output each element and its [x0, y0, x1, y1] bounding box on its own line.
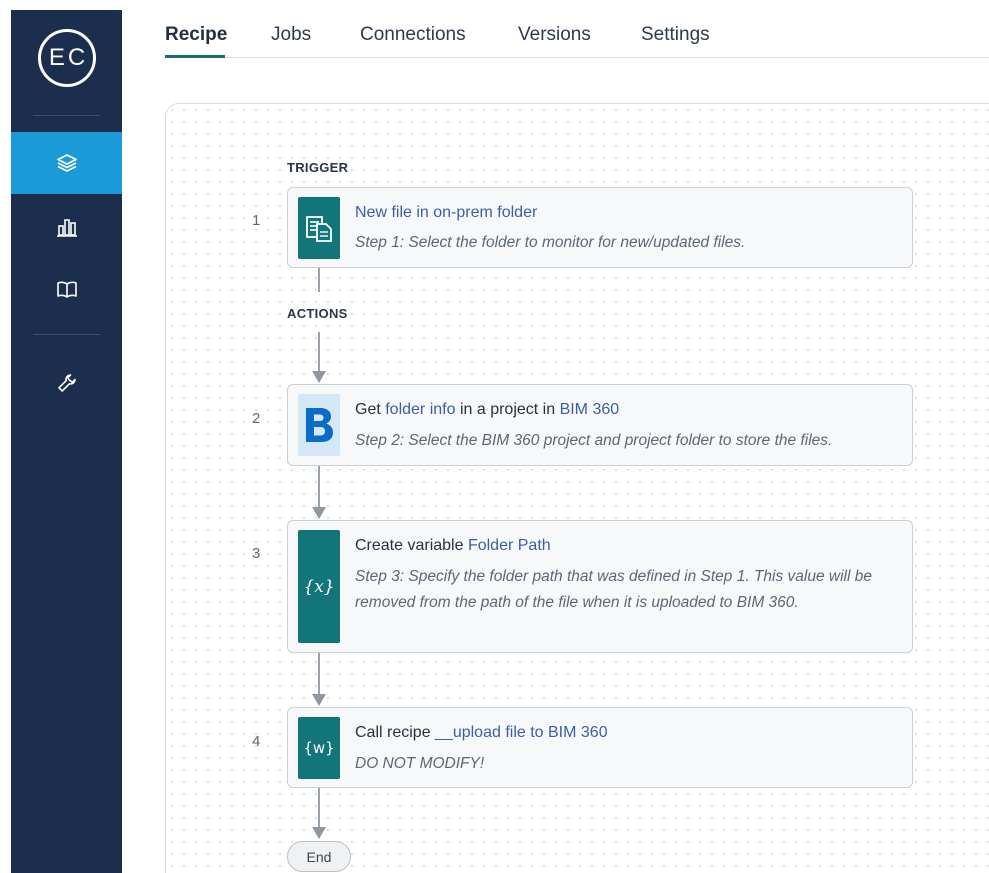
wrench-icon [57, 374, 76, 392]
tab-jobs[interactable]: Jobs [271, 24, 311, 46]
actions-section-label: ACTIONS [287, 306, 348, 321]
step-number: 3 [252, 545, 261, 562]
book-icon [56, 281, 77, 298]
step-action-link[interactable]: folder info [385, 401, 455, 418]
tab-settings[interactable]: Settings [641, 24, 710, 46]
file-folder-icon [298, 197, 340, 259]
step-description: Step 1: Select the folder to monitor for… [355, 234, 746, 251]
active-tab-indicator [165, 55, 225, 58]
bim360-logo-icon [298, 394, 340, 456]
step-description: Step 2: Select the BIM 360 project and p… [355, 432, 833, 449]
step-app-link[interactable]: BIM 360 [560, 401, 620, 418]
step-description: DO NOT MODIFY! [355, 755, 485, 772]
flow-arrow [312, 827, 326, 839]
tab-connections[interactable]: Connections [360, 24, 466, 46]
flow-connector [318, 653, 320, 695]
step-card-1[interactable]: New file in on-prem folder Step 1: Selec… [287, 187, 913, 268]
step-number: 1 [252, 212, 261, 229]
sidebar-item-docs[interactable] [11, 258, 122, 320]
recipe-tabs: Recipe Jobs Connections Versions Setting… [165, 0, 989, 58]
step-description: Step 3: Specify the folder path that was… [355, 568, 872, 611]
tab-versions[interactable]: Versions [518, 24, 591, 46]
sidebar-divider [33, 115, 100, 116]
sidebar: EC [11, 10, 122, 873]
step-variable-link[interactable]: Folder Path [468, 537, 551, 554]
step-title: New file in on-prem folder [355, 204, 537, 222]
flow-connector [318, 466, 320, 508]
workflow-icon: {w} [298, 717, 340, 779]
bar-chart-icon [56, 219, 77, 237]
step-number: 4 [252, 733, 261, 750]
step-recipe-link[interactable]: __upload file to BIM 360 [435, 724, 608, 741]
end-node: End [287, 841, 351, 872]
flow-arrow [312, 694, 326, 706]
flow-arrow [312, 371, 326, 383]
trigger-section-label: TRIGGER [287, 160, 349, 175]
sidebar-item-dashboard[interactable] [11, 196, 122, 258]
step-title: Call recipe __upload file to BIM 360 [355, 724, 608, 741]
workspace-avatar[interactable]: EC [38, 29, 96, 87]
step-card-2[interactable]: Get folder info in a project in BIM 360 … [287, 384, 913, 466]
sidebar-divider [33, 334, 100, 335]
variable-icon: {x} [298, 530, 340, 643]
sidebar-item-recipes[interactable] [11, 132, 122, 194]
tab-recipe[interactable]: Recipe [165, 24, 227, 46]
layers-icon [56, 154, 77, 172]
step-title: Create variable Folder Path [355, 537, 551, 554]
step-title: Get folder info in a project in BIM 360 [355, 401, 620, 418]
step-number: 2 [252, 410, 261, 427]
flow-connector [318, 332, 320, 372]
step-app-link[interactable]: New file in on-prem folder [355, 204, 537, 221]
flow-connector [318, 788, 320, 828]
flow-connector [318, 268, 320, 292]
step-card-3[interactable]: {x} Create variable Folder Path Step 3: … [287, 520, 913, 653]
step-card-4[interactable]: {w} Call recipe __upload file to BIM 360… [287, 707, 913, 788]
sidebar-item-tools[interactable] [11, 352, 122, 414]
flow-arrow [312, 507, 326, 519]
